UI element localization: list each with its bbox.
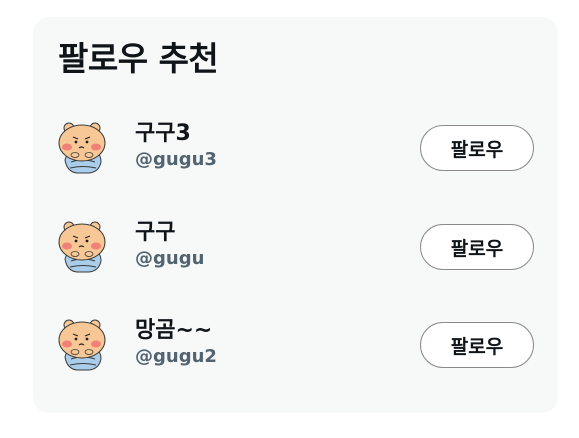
follow-button[interactable]: 팔로우 [420, 322, 534, 368]
follow-button[interactable]: 팔로우 [420, 224, 534, 270]
avatar-icon[interactable] [55, 317, 111, 373]
suggested-user-row[interactable]: 구구 @gugu 팔로우 [33, 213, 558, 283]
avatar-icon[interactable] [55, 219, 111, 275]
follow-button[interactable]: 팔로우 [420, 125, 534, 171]
display-name[interactable]: 구구 [135, 219, 204, 247]
display-name[interactable]: 망곰~~ [135, 317, 217, 345]
avatar-icon[interactable] [55, 120, 111, 176]
suggested-user-row[interactable]: 구구3 @gugu3 팔로우 [33, 114, 558, 184]
user-handle: @gugu [135, 248, 205, 269]
user-names: 구구3 @gugu3 [135, 120, 217, 172]
display-name[interactable]: 구구3 [135, 120, 217, 148]
suggested-user-row[interactable]: 망곰~~ @gugu2 팔로우 [33, 311, 558, 381]
user-handle: @gugu2 [135, 346, 217, 367]
user-names: 망곰~~ @gugu2 [135, 317, 217, 369]
follow-suggestions-panel: 팔로우 추천 구구3 @gugu3 팔로우 구구 @gugu 팔로우 망곰~~ … [33, 17, 558, 413]
user-names: 구구 @gugu [135, 219, 204, 271]
panel-title: 팔로우 추천 [58, 39, 219, 78]
user-handle: @gugu3 [135, 149, 217, 170]
